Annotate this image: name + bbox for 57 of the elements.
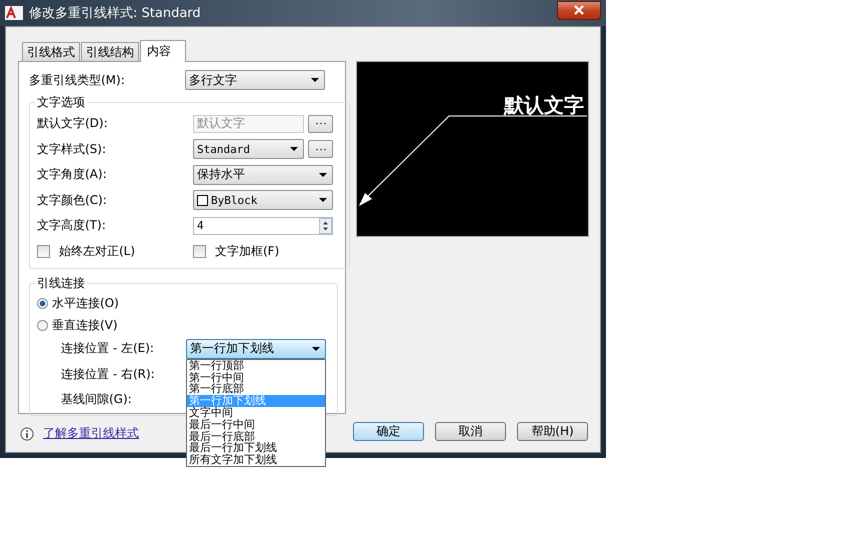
field-label: 文字样式(S): — [37, 140, 108, 158]
window-title: 修改多重引线样式: Standard — [29, 5, 202, 22]
caret-icon — [312, 346, 320, 351]
dropdown-option[interactable]: 最后一行底部 — [187, 430, 325, 442]
field-label: 文字角度(A): — [37, 166, 108, 184]
field-label: 基线间隙(G): — [61, 391, 133, 408]
dropdown[interactable]: 第一行加下划线 — [186, 338, 326, 359]
dropdown-option[interactable]: 第一行底部 — [187, 383, 325, 396]
checkbox[interactable] — [37, 244, 50, 258]
close-icon — [573, 5, 585, 15]
dropdown-option[interactable]: 文字中间 — [187, 406, 325, 419]
dropdown-option[interactable]: 最后一行加下划线 — [187, 442, 325, 454]
spinner-field[interactable]: 4 — [193, 216, 333, 235]
checkbox-label: 文字加框(F) — [215, 242, 280, 260]
dropdown-option[interactable]: 第一行顶部 — [187, 360, 325, 372]
field-label: 连接位置 - 左(E): — [61, 340, 155, 358]
caret-icon — [319, 198, 327, 202]
spinner-arrows-icon — [319, 218, 332, 234]
dropdown[interactable]: 多行文字 — [185, 70, 325, 90]
group-title: 引线连接 — [36, 275, 86, 292]
dialog-button[interactable]: 帮助(H) — [517, 422, 588, 441]
group-title: 文字选项 — [36, 94, 86, 111]
browse-button[interactable] — [308, 114, 333, 133]
caret-icon — [290, 147, 298, 152]
dropdown[interactable]: 保持水平 — [193, 164, 333, 185]
radio-label: 水平连接(O) — [52, 294, 119, 312]
dialog-button[interactable]: 取消 — [435, 422, 506, 441]
dropdown[interactable]: Standard — [193, 139, 304, 160]
checkbox[interactable] — [193, 244, 206, 258]
field-label: 连接位置 - 右(R): — [61, 366, 156, 383]
app-icon — [5, 6, 23, 20]
tab[interactable]: 引线格式 — [22, 42, 80, 61]
checkbox-label: 始终左对正(L) — [59, 242, 136, 260]
caret-icon — [311, 78, 319, 82]
dropdown-option[interactable]: 第一行中间 — [187, 372, 325, 384]
close-button[interactable] — [557, 0, 601, 20]
dropdown-option[interactable]: 最后一行中间 — [187, 418, 325, 431]
caret-icon — [319, 172, 327, 177]
ellipsis-icon — [314, 148, 326, 151]
field-label: 默认文字(D): — [37, 115, 109, 132]
field-label: 多重引线类型(M): — [29, 72, 126, 88]
info-icon — [20, 426, 34, 440]
dropdown-option[interactable]: 所有文字加下划线 — [187, 454, 325, 466]
color-swatch-icon — [197, 194, 208, 206]
radio-button[interactable] — [37, 298, 48, 308]
tab[interactable]: 内容 — [140, 40, 186, 62]
tab[interactable]: 引线结构 — [81, 42, 139, 61]
radio-label: 垂直连接(V) — [52, 316, 118, 334]
field-label: 文字颜色(C): — [37, 192, 108, 209]
radio-button[interactable] — [37, 320, 48, 330]
field-label: 文字高度(T): — [37, 217, 107, 234]
dialog-button[interactable]: 确定 — [353, 422, 424, 441]
browse-button[interactable] — [308, 140, 333, 158]
preview-text: 默认文字 — [504, 93, 584, 117]
help-link[interactable]: 了解多重引线样式 — [43, 425, 139, 442]
dropdown[interactable]: ByBlock — [193, 190, 333, 210]
ellipsis-icon — [314, 122, 326, 126]
